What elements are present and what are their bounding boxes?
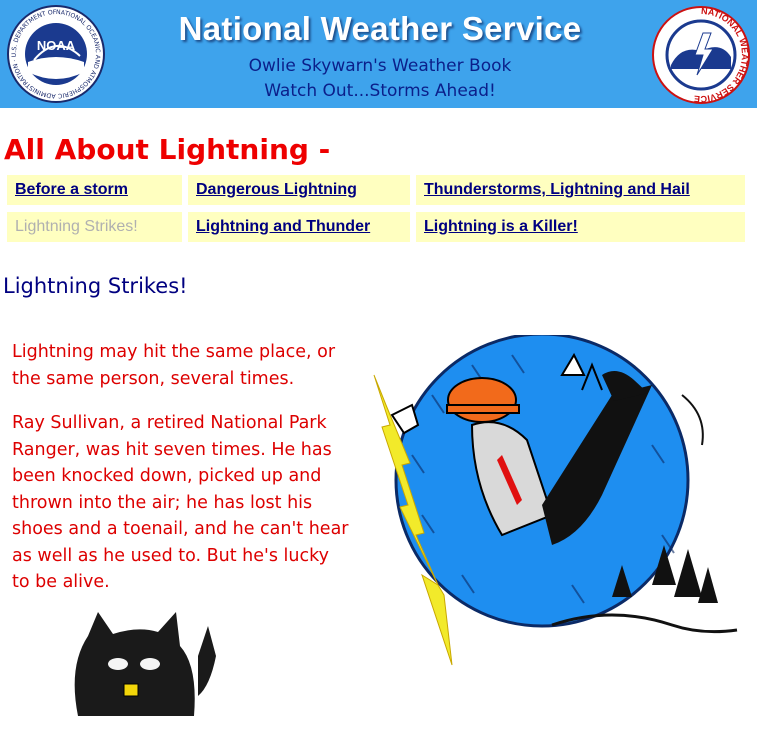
header-banner: NOAA NATIONAL OCEANIC AND ATMOSPHERIC AD…	[0, 0, 757, 108]
nav-link-dangerous-lightning[interactable]: Dangerous Lightning	[188, 175, 410, 205]
section-title: Lightning Strikes!	[3, 274, 188, 298]
noaa-logo-label: NOAA	[37, 38, 76, 53]
nav-link-lightning-is-a-killer[interactable]: Lightning is a Killer!	[416, 212, 745, 242]
page-title: All About Lightning -	[4, 133, 331, 166]
nav-link-before-a-storm[interactable]: Before a storm	[7, 175, 182, 205]
nav-link-lightning-and-thunder[interactable]: Lightning and Thunder	[188, 212, 410, 242]
site-tagline: Watch Out...Storms Ahead!	[264, 81, 496, 101]
nws-logo: NATIONAL WEATHER SERVICE	[652, 6, 750, 104]
nav-link-thunderstorms-lightning-hail[interactable]: Thunderstorms, Lightning and Hail	[416, 175, 745, 205]
story-text: Lightning may hit the same place, or the…	[12, 339, 352, 614]
black-cat-illustration	[74, 612, 216, 716]
story-paragraph-1: Lightning may hit the same place, or the…	[12, 342, 336, 389]
site-title: National Weather Service	[178, 10, 582, 47]
noaa-logo: NOAA NATIONAL OCEANIC AND ATMOSPHERIC AD…	[6, 4, 105, 103]
site-subtitle: Owlie Skywarn's Weather Book	[248, 56, 512, 76]
story-paragraph-2: Ray Sullivan, a retired National Park Ra…	[12, 413, 349, 592]
nav-link-lightning-strikes-current: Lightning Strikes!	[7, 212, 182, 242]
lightning-strike-illustration	[373, 335, 738, 666]
